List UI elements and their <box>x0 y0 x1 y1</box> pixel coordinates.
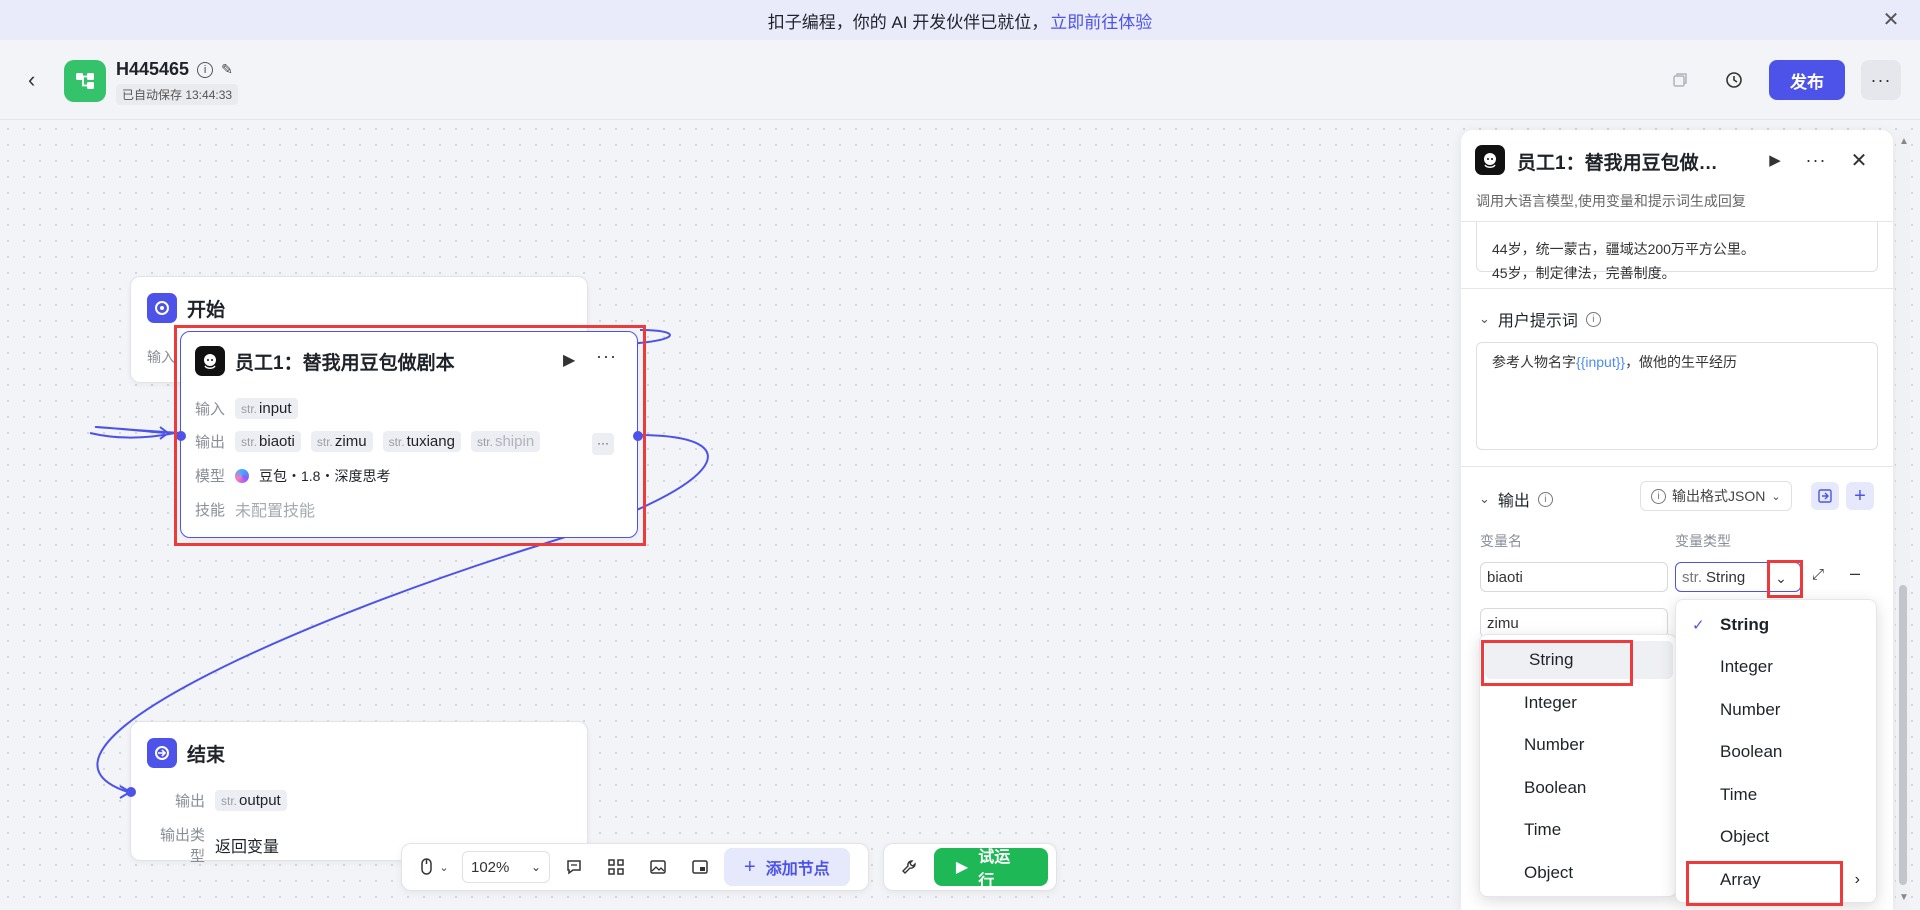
scroll-up-icon[interactable]: ▲ <box>1899 136 1909 147</box>
option-string-selected[interactable]: ✓ String <box>1676 606 1876 644</box>
check-icon: ✓ <box>1692 617 1705 634</box>
start-node-title: 开始 <box>187 299 226 321</box>
remove-icon[interactable]: – <box>1850 563 1860 584</box>
system-prompt-line: 45岁，制定律法，完善制度。 <box>1492 265 1676 281</box>
highlight-llm-node <box>174 325 646 546</box>
start-input-label: 输入 <box>147 349 175 365</box>
copy-icon[interactable] <box>1664 64 1696 96</box>
output-var-tag: str. output <box>215 790 287 811</box>
layout-icon[interactable] <box>598 849 634 885</box>
end-input-port[interactable] <box>126 787 136 797</box>
option-number[interactable]: Number <box>1676 691 1876 729</box>
add-output-icon[interactable]: + <box>1846 482 1874 510</box>
play-icon: ▶ <box>955 859 969 876</box>
system-prompt-line: 44岁，统一蒙古，疆域达200万平方公里。 <box>1492 241 1755 257</box>
user-prompt-input[interactable]: 参考人物名字{{input}}，做他的生平经历 <box>1476 342 1878 450</box>
scroll-thumb[interactable] <box>1899 585 1907 885</box>
expand-icon[interactable]: ⤢ <box>1812 566 1824 583</box>
close-icon[interactable]: ✕ <box>1880 9 1902 31</box>
chevron-down-icon: ⌄ <box>530 860 541 874</box>
option-number[interactable]: Number <box>1480 726 1676 764</box>
option-boolean[interactable]: Boolean <box>1676 733 1876 771</box>
var-name-input[interactable]: biaoti <box>1480 562 1668 592</box>
end-output-row: 输出 str. output <box>147 790 287 811</box>
output-format-select[interactable]: i 输出格式JSON ⌄ <box>1640 481 1792 511</box>
info-icon[interactable]: i <box>1537 491 1553 507</box>
end-icon <box>147 738 177 768</box>
wrench-icon[interactable] <box>892 849 928 885</box>
option-boolean[interactable]: Boolean <box>1480 769 1676 807</box>
highlight-string-option <box>1481 640 1633 686</box>
close-icon[interactable]: ✕ <box>1845 146 1873 174</box>
highlight-type-chevron <box>1767 560 1803 598</box>
mouse-mode-icon[interactable]: ⌄ <box>410 849 456 885</box>
option-integer[interactable]: Integer <box>1480 684 1676 722</box>
panel-scrollbar[interactable]: ▲ ▼ <box>1896 130 1910 910</box>
chevron-down-icon: ⌄ <box>1771 490 1781 503</box>
info-icon: i <box>1651 488 1666 504</box>
panel-description: 调用大语言模型,使用变量和提示词生成回复 <box>1476 193 1746 209</box>
plus-icon: + <box>744 855 756 878</box>
type-dropdown-right: ✓ String Integer Number Boolean Time Obj… <box>1675 599 1877 903</box>
canvas-toolbar: ⌄ 102% ⌄ + 添加节点 <box>401 843 869 891</box>
doubao-bot-icon <box>1475 145 1505 175</box>
divider <box>1461 288 1893 289</box>
highlight-array-option <box>1686 861 1843 906</box>
chevron-right-icon: › <box>1854 871 1860 888</box>
history-icon[interactable] <box>1718 64 1750 96</box>
chevron-down-icon: ⌄ <box>1479 491 1490 506</box>
import-icon[interactable] <box>1811 482 1839 510</box>
scroll-down-icon[interactable]: ▼ <box>1899 892 1909 903</box>
more-options-icon[interactable]: ··· <box>1861 60 1901 100</box>
divider <box>1461 466 1893 467</box>
panel-header: 员工1：替我用豆包做… ▶ ··· ✕ 调用大语言模型,使用变量和提示词生成回复 <box>1461 130 1893 222</box>
run-toolbar: ▶ 试运行 <box>883 843 1057 891</box>
panel-more-icon[interactable]: ··· <box>1802 146 1830 174</box>
prompt-variable: {{input}} <box>1576 354 1626 370</box>
test-run-button[interactable]: ▶ 试运行 <box>933 848 1048 890</box>
option-object[interactable]: Object <box>1480 854 1676 892</box>
var-name-header: 变量名 <box>1480 533 1522 549</box>
chevron-down-icon: ⌄ <box>1479 311 1490 326</box>
end-node-title: 结束 <box>187 744 226 766</box>
option-time[interactable]: Time <box>1676 776 1876 814</box>
start-icon <box>147 293 177 323</box>
minimap-icon[interactable] <box>682 849 718 885</box>
end-output-type-row: 输出类型 返回变量 <box>159 827 280 865</box>
option-time[interactable]: Time <box>1480 811 1676 849</box>
var-type-header: 变量类型 <box>1675 533 1731 549</box>
publish-button[interactable]: 发布 <box>1769 60 1845 100</box>
panel-title: 员工1：替我用豆包做… <box>1517 153 1718 174</box>
end-node[interactable]: 结束 输出 str. output 输出类型 返回变量 <box>130 721 588 865</box>
zoom-select[interactable]: 102% ⌄ <box>462 851 550 883</box>
user-prompt-section-title[interactable]: ⌄ 用户提示词 i <box>1479 307 1601 331</box>
image-icon[interactable] <box>640 849 676 885</box>
info-icon[interactable]: i <box>1585 311 1601 327</box>
comment-icon[interactable] <box>556 849 592 885</box>
option-object[interactable]: Object <box>1676 818 1876 856</box>
option-integer[interactable]: Integer <box>1676 648 1876 686</box>
run-node-icon[interactable]: ▶ <box>1761 146 1789 174</box>
output-section-title[interactable]: ⌄ 输出 i <box>1479 487 1553 511</box>
add-node-button[interactable]: + 添加节点 <box>724 848 850 886</box>
